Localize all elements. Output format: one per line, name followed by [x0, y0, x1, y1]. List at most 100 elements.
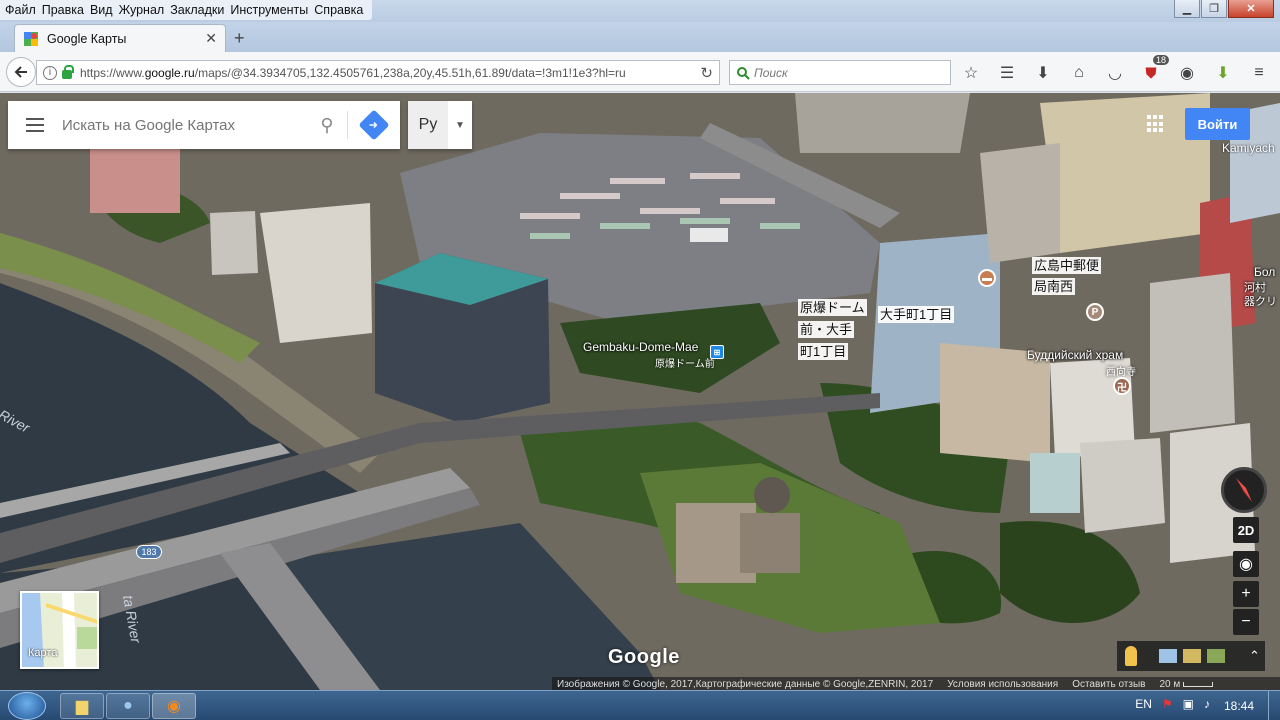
menu-history[interactable]: Журнал [118, 0, 170, 20]
edge-label-1: Бол [1254, 265, 1276, 279]
language-selector[interactable]: Ру ▼ [408, 101, 472, 149]
feedback-link[interactable]: Оставить отзыв [1072, 679, 1145, 690]
clock[interactable]: 18:44 [1224, 699, 1254, 713]
green-download-icon[interactable]: ⬇ [1212, 62, 1234, 84]
adblock-icon[interactable]: ⛊ 18 [1140, 55, 1169, 84]
minimize-button[interactable]: ▁ [1174, 0, 1200, 18]
bookmark-star-icon[interactable]: ☆ [960, 62, 982, 84]
language-indicator[interactable]: EN [1135, 697, 1152, 711]
explorer-taskbar-button[interactable]: ▆ [60, 693, 104, 719]
google-maps-icon [24, 31, 38, 46]
download-icon[interactable]: ⬇ [1032, 62, 1054, 84]
toggle-2d-button[interactable]: 2D [1233, 517, 1259, 543]
pocket-icon[interactable]: ◡ [1104, 62, 1126, 84]
stop-label-line2[interactable]: 前・大手 [798, 321, 855, 338]
tab-google-maps[interactable]: Google Карты ✕ [14, 24, 226, 52]
navigation-toolbar: i https://www.google.ru/maps/@34.3934705… [0, 52, 1280, 92]
firefox-taskbar-button[interactable]: ◉ [152, 693, 196, 719]
hotel-icon[interactable]: ▬ [978, 269, 996, 287]
tab-title: Google Карты [47, 31, 127, 46]
stop-label-line1[interactable]: 原爆ドーム [798, 299, 867, 316]
imagery-thumb-2[interactable] [1183, 649, 1201, 663]
hamburger-icon [26, 124, 44, 126]
chevron-down-icon: ▼ [455, 119, 465, 131]
map-menu-button[interactable] [8, 124, 62, 126]
reload-icon[interactable]: ↻ [700, 64, 713, 82]
close-tab-icon[interactable]: ✕ [205, 30, 217, 47]
compass-icon [1236, 478, 1252, 502]
map-search-input[interactable] [62, 116, 307, 134]
windows-taskbar: ▆ ● ◉ EN ⚑ ▣ ♪ 18:44 [0, 690, 1280, 720]
globe-taskbar-button[interactable]: ● [106, 693, 150, 719]
chevron-up-icon[interactable]: ⌃ [1249, 648, 1260, 664]
temple-icon[interactable]: 卍 [1113, 377, 1131, 395]
menu-tools[interactable]: Инструменты [229, 0, 313, 20]
scale-label: 20 м [1159, 678, 1181, 690]
stop-label-post-line2[interactable]: 局南西 [1032, 278, 1076, 295]
zoom-out-button[interactable]: − [1233, 609, 1259, 635]
maximize-button[interactable]: ❐ [1201, 0, 1227, 18]
imagery-thumb-1[interactable] [1159, 649, 1177, 663]
poi-temple-jp: 西向寺 [1106, 367, 1136, 378]
attribution-text: Изображения © Google, 2017,Картографичес… [557, 678, 934, 690]
menu-help[interactable]: Справка [313, 0, 368, 20]
map-type-switcher[interactable]: Карта [20, 591, 99, 669]
poi-buddhist-temple[interactable]: Буддийский храм [1027, 348, 1123, 362]
compass-control[interactable] [1221, 467, 1267, 513]
window-titlebar: Файл Правка Вид Журнал Закладки Инструме… [0, 0, 1280, 22]
attribution-bar: Изображения © Google, 2017,Картографичес… [552, 677, 1280, 690]
close-window-button[interactable]: ✕ [1228, 0, 1274, 18]
window-controls: ▁ ❐ ✕ [1174, 0, 1274, 18]
search-engine-icon [737, 66, 750, 80]
browser-search-box[interactable]: Поиск [729, 60, 951, 85]
map-search-panel: ⚲ ➜ [8, 101, 400, 149]
parking-icon[interactable]: P [1086, 303, 1104, 321]
back-arrow-icon [14, 66, 27, 78]
place-label-kamiyacho[interactable]: Kamiyach [1222, 141, 1275, 155]
pegman-icon[interactable] [1125, 646, 1137, 666]
terms-link[interactable]: Условия использования [947, 679, 1058, 690]
back-button[interactable] [6, 57, 36, 87]
poi-gembaku-jp: 原爆ドーム前 [655, 359, 715, 370]
network-icon[interactable]: ▣ [1183, 697, 1194, 711]
signin-button[interactable]: Войти [1185, 108, 1250, 140]
browser-menu-icon[interactable]: ≡ [1248, 62, 1270, 84]
stop-label-otemachi[interactable]: 大手町1丁目 [878, 306, 955, 323]
imagery-thumb-3[interactable] [1207, 649, 1225, 663]
poi-gembaku-dome-mae[interactable]: Gembaku-Dome-Mae [583, 340, 698, 354]
info-icon[interactable]: i [43, 65, 57, 80]
address-bar[interactable]: i https://www.google.ru/maps/@34.3934705… [36, 60, 720, 85]
zoom-in-button[interactable]: + [1233, 581, 1259, 607]
privacy-eye-icon[interactable]: ◉ [1176, 62, 1198, 84]
my-location-button[interactable]: ◉ [1233, 551, 1259, 577]
globe-icon: ● [123, 697, 133, 714]
scale-line [1183, 681, 1214, 687]
menu-bookmarks[interactable]: Закладки [169, 0, 229, 20]
menu-edit[interactable]: Правка [41, 0, 89, 20]
adblock-badge: 18 [1152, 55, 1169, 65]
directions-button[interactable]: ➜ [348, 109, 400, 141]
layers-bar: ⌃ [1117, 641, 1265, 671]
show-desktop-button[interactable] [1268, 691, 1280, 720]
home-icon[interactable]: ⌂ [1068, 62, 1090, 84]
start-button[interactable] [8, 692, 46, 720]
edge-label-3: 器クリ [1244, 296, 1277, 308]
google-logo: Google [608, 646, 680, 668]
system-tray: EN ⚑ ▣ ♪ [1135, 697, 1210, 711]
map-search-icon[interactable]: ⚲ [307, 115, 347, 136]
menu-view[interactable]: Вид [89, 0, 118, 20]
reading-list-icon[interactable]: ☰ [996, 62, 1018, 84]
minimap-label: Карта [28, 647, 58, 659]
apps-grid-icon[interactable] [1147, 115, 1165, 133]
new-tab-button[interactable]: + [234, 28, 245, 49]
flag-icon[interactable]: ⚑ [1162, 697, 1173, 711]
volume-icon[interactable]: ♪ [1204, 697, 1210, 711]
map-viewport[interactable]: ⚲ ➜ Ру ▼ Войти Kamiyach 原爆ドーム 前・大手 町1丁目 … [0, 93, 1280, 690]
tram-stop-icon[interactable]: ⊞ [710, 345, 724, 359]
lock-icon [62, 65, 74, 79]
menu-file[interactable]: Файл [4, 0, 41, 20]
stop-label-post-line1[interactable]: 広島中郵便 [1032, 257, 1102, 274]
menu-bar: Файл Правка Вид Журнал Закладки Инструме… [0, 0, 373, 20]
folder-icon: ▆ [75, 698, 89, 715]
stop-label-line3[interactable]: 町1丁目 [798, 343, 849, 360]
